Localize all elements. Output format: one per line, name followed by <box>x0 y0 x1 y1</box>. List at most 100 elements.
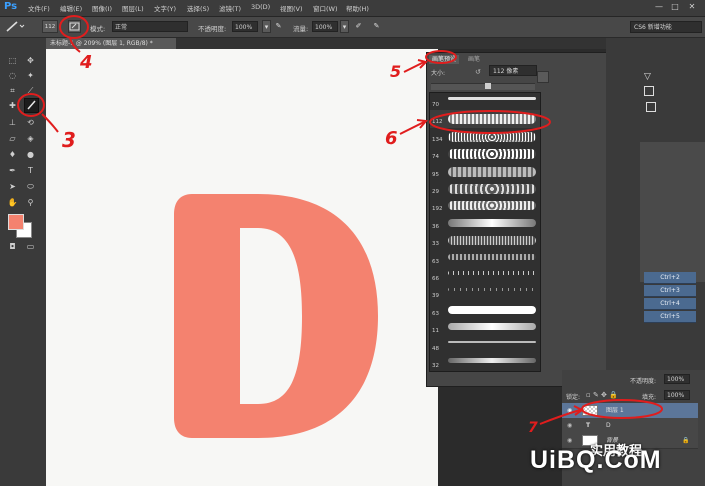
brush-preset-item[interactable]: 63 <box>430 302 540 320</box>
brush-list[interactable]: 70 112 134 74 95 29 192 36 33 63 66 39 63 11 48 32 <box>429 92 541 372</box>
lasso-tool-icon[interactable]: ◌ <box>6 69 19 82</box>
menu-help[interactable]: 帮助(H) <box>346 3 369 13</box>
hand-tool-icon[interactable]: ✋ <box>6 196 19 209</box>
brush-preset-item[interactable]: 66 <box>430 267 540 285</box>
brush-preset-item[interactable]: 74 <box>430 145 540 163</box>
new-preset-icon[interactable] <box>537 71 549 83</box>
brush-preset-item[interactable]: 39 <box>430 284 540 302</box>
brush-preset-item[interactable]: 134 <box>430 128 540 146</box>
workspace-switcher[interactable]: CS6 新增功能 <box>630 21 702 33</box>
pressure-opacity-icon[interactable]: ✎ <box>272 20 285 33</box>
brush-preset-item[interactable]: 70 <box>430 93 540 111</box>
frame-icon[interactable] <box>646 102 656 112</box>
layer-opacity-label: 不透明度: <box>630 378 657 385</box>
brush-preset-item[interactable]: 29 <box>430 180 540 198</box>
zoom-tool-icon[interactable]: ⚲ <box>24 196 37 209</box>
menu-file[interactable]: 文件(F) <box>28 3 50 13</box>
reset-size-icon[interactable]: ↺ <box>475 68 485 77</box>
brush-preset-tab[interactable]: 画笔预设 <box>429 55 460 64</box>
annotation-step-5: 5 <box>390 62 402 81</box>
brush-tool-icon[interactable] <box>4 20 26 33</box>
blur-tool-icon[interactable]: ♦ <box>6 148 19 161</box>
layer-row-2[interactable]: ◉ T D <box>562 418 698 434</box>
brush-preset-item[interactable]: 95 <box>430 163 540 181</box>
channel-row-alpha[interactable]: Ctrl+5 <box>644 311 696 323</box>
flow-field[interactable]: 100% <box>312 21 338 32</box>
size-slider[interactable] <box>431 83 535 90</box>
minimize-button[interactable]: — <box>653 2 665 13</box>
menu-view[interactable]: 视图(V) <box>280 3 303 13</box>
brush-stroke-preview <box>448 97 536 100</box>
brush-tab[interactable]: 画笔 <box>465 55 483 64</box>
history-brush-icon[interactable]: ⟲ <box>24 116 37 129</box>
menu-layer[interactable]: 图层(L) <box>122 3 144 13</box>
brush-size-label: 63 <box>432 258 439 265</box>
menu-filter[interactable]: 滤镜(T) <box>219 3 241 13</box>
shape-tool-icon[interactable]: ⬭ <box>24 180 37 193</box>
document-tab[interactable]: 未标题-1 @ 209% (图层 1, RGB/8) * <box>46 38 176 49</box>
eraser-tool-icon[interactable]: ▱ <box>6 132 19 145</box>
dodge-tool-icon[interactable]: ● <box>24 148 37 161</box>
type-tool-icon[interactable]: T <box>24 164 37 177</box>
layer-opacity-field[interactable]: 100% <box>664 374 690 384</box>
menu-3d[interactable]: 3D(D) <box>251 3 270 11</box>
lock-label: 锁定: <box>566 394 581 401</box>
size-slider-thumb[interactable] <box>485 83 491 89</box>
maximize-button[interactable]: □ <box>669 2 681 13</box>
annotation-step-6: 6 <box>385 128 398 149</box>
mode-select[interactable]: 正常 <box>112 21 188 32</box>
toggle-brush-panel-icon[interactable] <box>68 20 81 33</box>
airbrush-icon[interactable]: ✐ <box>352 20 365 33</box>
size-field[interactable]: 112 像素 <box>489 65 537 76</box>
quick-select-tool-icon[interactable]: ✦ <box>24 69 37 82</box>
menu-type[interactable]: 文字(Y) <box>154 3 176 13</box>
stop-icon[interactable] <box>644 86 654 96</box>
tools-panel: ⬚ ✥ ◌ ✦ ⌗ ⟋ ✚ ⊥ ⟲ ▱ ◈ ♦ ● ✒ T ➤ ⬭ ✋ ⚲ ◘ … <box>0 38 47 486</box>
brush-preset-item[interactable]: 32 <box>430 354 540 371</box>
brush-preset-item[interactable]: 48 <box>430 337 540 355</box>
layer-name[interactable]: 图层 1 <box>606 403 624 418</box>
eyedropper-tool-icon[interactable]: ⟋ <box>24 84 37 97</box>
layer-row-1[interactable]: ◉ 图层 1 <box>562 403 698 419</box>
menu-select[interactable]: 选择(S) <box>187 3 209 13</box>
channel-row-green[interactable]: Ctrl+3 <box>644 285 696 297</box>
screen-mode-icon[interactable]: ▭ <box>24 240 37 253</box>
quick-mask-icon[interactable]: ◘ <box>6 240 19 253</box>
brush-stroke-preview <box>448 218 536 227</box>
opacity-dropdown-icon[interactable]: ▾ <box>262 20 271 33</box>
layer-name[interactable]: D <box>606 418 611 433</box>
menu-image[interactable]: 图像(I) <box>92 3 112 13</box>
foreground-color-swatch[interactable] <box>8 214 24 230</box>
fill-field[interactable]: 100% <box>664 390 690 400</box>
pressure-size-icon[interactable]: ✎ <box>370 20 383 33</box>
brush-tool-button[interactable] <box>24 98 39 113</box>
pen-tool-icon[interactable]: ✒ <box>6 164 19 177</box>
lock-icons[interactable]: ▫ ✎ ✥ 🔒 <box>586 391 626 400</box>
brush-stroke-preview <box>448 253 536 260</box>
brush-preset-item[interactable]: 63 <box>430 250 540 268</box>
paint-bucket-icon[interactable]: ◈ <box>24 132 37 145</box>
play-icon[interactable]: ▽ <box>644 72 654 82</box>
menu-edit[interactable]: 编辑(E) <box>60 3 82 13</box>
visibility-eye-icon[interactable]: ◉ <box>567 418 572 433</box>
opacity-field[interactable]: 100% <box>232 21 258 32</box>
brush-preset-item[interactable]: 36 <box>430 215 540 233</box>
marquee-tool-icon[interactable]: ⬚ <box>6 54 19 67</box>
menu-window[interactable]: 窗口(W) <box>313 3 338 13</box>
crop-tool-icon[interactable]: ⌗ <box>6 84 19 97</box>
path-select-icon[interactable]: ➤ <box>6 180 19 193</box>
visibility-eye-icon[interactable]: ◉ <box>567 403 572 418</box>
move-tool-icon[interactable]: ✥ <box>24 54 37 67</box>
brush-preset-item[interactable]: 33 <box>430 232 540 250</box>
channel-row-red[interactable]: Ctrl+2 <box>644 272 696 284</box>
close-button[interactable]: ✕ <box>686 2 698 13</box>
brush-preset-item[interactable]: 192 <box>430 197 540 215</box>
stamp-tool-icon[interactable]: ⊥ <box>6 116 19 129</box>
brush-size-label: 70 <box>432 102 439 108</box>
brush-preset-picker[interactable]: 112 <box>42 20 58 33</box>
brush-preset-item[interactable]: 11 <box>430 319 540 337</box>
channel-row-blue[interactable]: Ctrl+4 <box>644 298 696 310</box>
flow-dropdown-icon[interactable]: ▾ <box>340 20 349 33</box>
healing-tool-icon[interactable]: ✚ <box>6 99 19 112</box>
brush-preset-item[interactable]: 112 <box>430 110 540 129</box>
